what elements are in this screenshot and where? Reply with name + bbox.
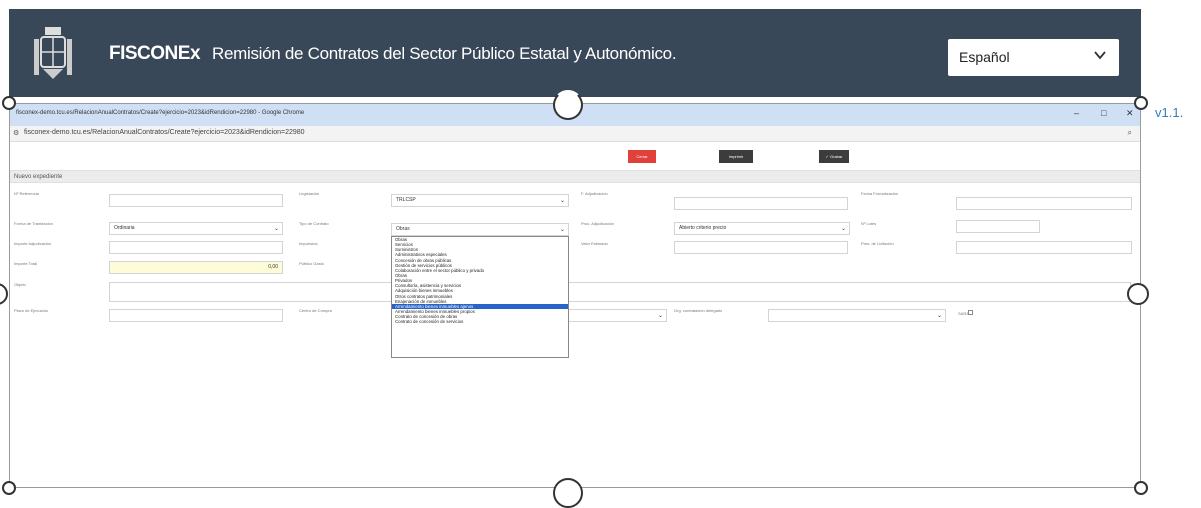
importe-adjudicacion-label: Importe Adjudicación <box>14 241 52 246</box>
app-brand: FISCONEx <box>109 43 201 64</box>
tipo-contrato-label: Tipo de Contrato <box>299 221 329 226</box>
valor-estimado-label: Valor Estimado <box>581 241 608 246</box>
org-contratacion-label: Org. contratación delegado <box>674 308 723 313</box>
valor-estimado-input[interactable] <box>674 241 848 254</box>
crop-handle-left[interactable] <box>0 283 8 305</box>
importe-total-label: Importe Total <box>14 261 38 266</box>
fecha-formalizacion-label: Fecha Formalización <box>861 191 899 196</box>
crop-handle-right[interactable] <box>1127 283 1149 305</box>
minimize-icon[interactable]: – <box>1074 108 1079 118</box>
plazo-ejecucion-label: Plazo de Ejecución <box>14 308 49 313</box>
sara-checkbox[interactable] <box>968 310 973 315</box>
f-adjudicacion-input[interactable] <box>674 197 848 210</box>
proc-adjudicacion-label: Proc. Adjudicación <box>581 221 614 226</box>
plazo-ejecucion-input[interactable] <box>109 309 283 322</box>
centro-compra-select[interactable]: ⌄ <box>569 309 667 322</box>
cancel-button[interactable]: Cerrar <box>628 150 656 163</box>
save-button[interactable]: ✓ Grabar <box>819 150 849 163</box>
legislacion-value: TRLCSP <box>396 197 416 203</box>
browser-window-screenshot: fisconex-demo.tcu.es/RelacionAnualContra… <box>9 103 1141 488</box>
chevron-down-icon: ⌄ <box>936 313 942 319</box>
pres-licitacion-label: Pres. de Licitación <box>861 241 894 246</box>
chevron-down-icon: ⌄ <box>840 226 846 232</box>
crop-handle-bottom-left[interactable] <box>2 481 16 495</box>
crop-handle-bottom[interactable] <box>553 478 583 508</box>
language-selected: Español <box>959 49 1010 65</box>
ref-label: Nº Referencia <box>14 191 39 196</box>
zoom-icon[interactable]: ⌕ <box>1128 128 1132 138</box>
chevron-down-icon: ⌄ <box>559 198 565 204</box>
version-link[interactable]: v1.1. <box>1155 105 1183 120</box>
maximize-icon[interactable]: □ <box>1101 108 1106 118</box>
f-adjudicacion-label: F. Adjudicación <box>581 191 608 196</box>
crop-handle-top[interactable] <box>553 90 583 120</box>
chevron-down-icon: ⌄ <box>273 226 279 232</box>
section-title: Nuevo expediente <box>14 174 63 180</box>
chevron-down-icon <box>1094 51 1106 60</box>
pres-licitacion-input[interactable] <box>956 241 1132 254</box>
tipo-contrato-select[interactable]: Obras ⌄ <box>391 223 569 236</box>
importe-adjudicacion-input[interactable] <box>109 241 283 254</box>
window-title: fisconex-demo.tcu.es/RelacionAnualContra… <box>16 110 305 116</box>
app-header: FISCONEx Remisión de Contratos del Secto… <box>9 9 1141 97</box>
proc-adjudicacion-select[interactable]: Abierto criterio precio ⌄ <box>674 222 850 235</box>
chevron-down-icon: ⌄ <box>559 227 565 233</box>
n-lotes-label: Nº Lotes <box>861 221 877 226</box>
forma-tramitacion-value: Ordinaria <box>114 225 135 231</box>
forma-tramitacion-select[interactable]: Ordinaria ⌄ <box>109 222 283 235</box>
address-bar[interactable]: ⚙ fisconex-demo.tcu.es/RelacionAnualCont… <box>10 126 1140 142</box>
language-select[interactable]: Español <box>948 39 1119 76</box>
publico-gasto-label: Público Gasto <box>299 261 324 266</box>
coat-of-arms-icon <box>34 27 72 79</box>
org-contratacion-select[interactable]: ⌄ <box>768 309 946 322</box>
close-icon[interactable]: ✕ <box>1126 108 1134 119</box>
fecha-formalizacion-input[interactable] <box>956 197 1132 210</box>
proc-adjudicacion-value: Abierto criterio precio <box>679 225 727 231</box>
site-settings-icon[interactable]: ⚙ <box>13 129 19 137</box>
crop-handle-bottom-right[interactable] <box>1134 481 1148 495</box>
chevron-down-icon: ⌄ <box>657 313 663 319</box>
legislacion-select[interactable]: TRLCSP ⌄ <box>391 194 569 207</box>
tipo-contrato-dropdown[interactable]: Obras Servicios Suministros Administrati… <box>391 236 569 358</box>
ref-input[interactable] <box>109 194 283 207</box>
forma-tramitacion-label: Forma de Tramitación <box>14 221 53 226</box>
url-text: fisconex-demo.tcu.es/RelacionAnualContra… <box>24 129 305 136</box>
print-button[interactable]: Imprimir <box>719 150 753 163</box>
objeto-textarea[interactable] <box>109 282 1131 302</box>
legislacion-label: Legislación <box>299 191 320 196</box>
crop-handle-top-left[interactable] <box>2 96 16 110</box>
dropdown-option[interactable]: Contrato de concesión de servicios <box>392 319 568 324</box>
section-header: Nuevo expediente <box>10 170 1140 183</box>
n-lotes-input[interactable] <box>956 220 1040 233</box>
centro-compra-label: Centro de Compra <box>299 308 332 313</box>
crop-handle-top-right[interactable] <box>1134 96 1148 110</box>
impuestos-label: Impuestos <box>299 241 318 246</box>
app-subtitle: Remisión de Contratos del Sector Público… <box>212 44 677 63</box>
tipo-contrato-value: Obras <box>396 226 410 232</box>
objeto-label: Objeto <box>14 282 26 287</box>
importe-total-input[interactable]: 0,00 <box>109 261 283 274</box>
